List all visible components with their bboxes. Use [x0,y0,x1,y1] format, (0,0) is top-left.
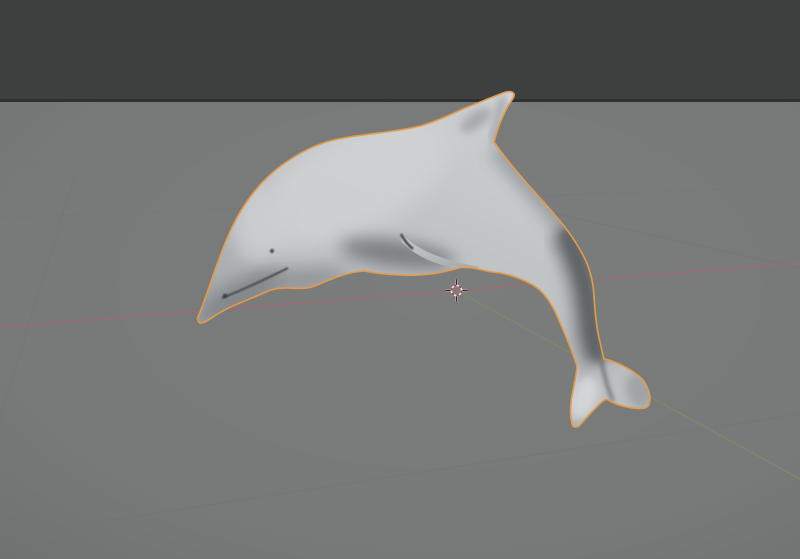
sky-background [0,0,800,99]
eye-highlight [274,253,276,255]
eye [270,249,274,253]
mouth-corner [223,294,227,298]
horizon-line [0,99,800,102]
3d-viewport[interactable] [0,0,800,559]
viewport-canvas[interactable] [0,0,800,559]
